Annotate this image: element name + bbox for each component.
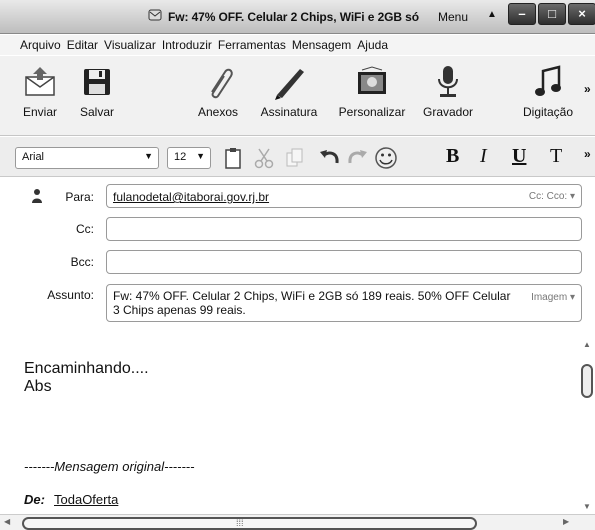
menu-ajuda[interactable]: Ajuda xyxy=(357,38,388,52)
chevron-down-icon: ▼ xyxy=(144,151,153,161)
bcc-label: Bcc: xyxy=(70,255,94,269)
scroll-right-arrow[interactable]: ▶ xyxy=(563,517,569,526)
microphone-icon xyxy=(418,62,478,102)
vertical-scroll-thumb[interactable] xyxy=(581,364,593,398)
music-note-icon xyxy=(518,62,578,102)
scroll-left-arrow[interactable]: ◀ xyxy=(4,517,10,526)
horizontal-scroll-thumb[interactable]: ⁞⁞⁞ xyxy=(22,517,477,530)
cc-field[interactable] xyxy=(106,217,582,241)
format-overflow-button[interactable]: » xyxy=(584,147,591,161)
copy-icon[interactable] xyxy=(284,145,306,171)
send-button[interactable]: Enviar xyxy=(18,62,62,119)
body-line-forwarding: Encaminhando.... xyxy=(24,360,149,377)
attachments-button[interactable]: Anexos xyxy=(194,62,242,119)
mail-icon xyxy=(148,9,162,24)
cc-bcc-toggle[interactable]: Cc: Cco: ▾ xyxy=(529,191,575,202)
bold-button[interactable]: B xyxy=(446,145,459,168)
font-size-value: 12 xyxy=(174,151,187,163)
scroll-grip-icon: ⁞⁞⁞ xyxy=(236,518,244,528)
horizontal-scrollbar[interactable]: ◀ ⁞⁞⁞ ▶ xyxy=(0,514,595,530)
customize-label: Personalizar xyxy=(338,105,406,119)
scroll-down-arrow[interactable]: ▼ xyxy=(583,502,591,511)
title-bar: Fw: 47% OFF. Celular 2 Chips, WiFi e 2GB… xyxy=(0,0,595,34)
signature-label: Assinatura xyxy=(260,105,318,119)
subject-field[interactable]: Fw: 47% OFF. Celular 2 Chips, WiFi e 2GB… xyxy=(106,284,582,322)
cc-label: Cc: xyxy=(76,222,94,236)
attachments-label: Anexos xyxy=(197,105,239,119)
to-field[interactable]: fulanodetal@itaborai.gov.rj.br Cc: Cco: … xyxy=(106,184,582,208)
contacts-icon[interactable] xyxy=(30,188,44,207)
chevron-down-icon: ▼ xyxy=(196,151,205,161)
menu-bar: Arquivo Editar Visualizar Introduzir Fer… xyxy=(0,35,595,55)
window-title-text: Fw: 47% OFF. Celular 2 Chips, WiFi e 2GB… xyxy=(168,9,419,24)
underline-button[interactable]: U xyxy=(512,145,526,168)
photo-icon xyxy=(332,62,412,102)
vertical-scrollbar[interactable]: ▲ ▼ xyxy=(578,340,595,514)
send-label: Enviar xyxy=(22,105,57,119)
dictation-label: Digitação xyxy=(522,105,574,119)
dictation-button[interactable]: Digitação xyxy=(518,62,578,119)
recorder-label: Gravador xyxy=(422,105,474,119)
from-link[interactable]: TodaOferta xyxy=(54,492,118,507)
menu-visualizar[interactable]: Visualizar xyxy=(104,38,156,52)
scroll-up-arrow[interactable]: ▲ xyxy=(583,340,591,349)
bcc-field[interactable] xyxy=(106,250,582,274)
menu-introduzir[interactable]: Introduzir xyxy=(162,38,212,52)
floppy-icon xyxy=(74,62,120,102)
window-shade-button[interactable]: ▲ xyxy=(487,9,497,20)
undo-icon[interactable] xyxy=(317,145,341,171)
menu-editar[interactable]: Editar xyxy=(67,38,98,52)
window-menu-button[interactable]: Menu xyxy=(438,10,468,24)
font-size-select[interactable]: 12 ▼ xyxy=(167,147,211,169)
maximize-button[interactable]: □ xyxy=(538,3,566,25)
close-button[interactable]: × xyxy=(568,3,595,25)
toolbar-overflow-button[interactable]: » xyxy=(584,82,591,96)
signature-button[interactable]: Assinatura xyxy=(256,62,322,119)
menu-ferramentas[interactable]: Ferramentas xyxy=(218,38,286,52)
paperclip-icon xyxy=(194,62,242,102)
text-style-button[interactable]: T xyxy=(550,145,562,168)
pen-icon xyxy=(256,62,322,102)
window-title: Fw: 47% OFF. Celular 2 Chips, WiFi e 2GB… xyxy=(148,9,419,24)
redo-icon[interactable] xyxy=(346,145,370,171)
to-recipient[interactable]: fulanodetal@itaborai.gov.rj.br xyxy=(113,190,269,204)
to-label: Para: xyxy=(65,190,94,204)
subject-value: Fw: 47% OFF. Celular 2 Chips, WiFi e 2GB… xyxy=(113,289,511,317)
cut-icon[interactable] xyxy=(252,145,276,171)
message-body[interactable]: Encaminhando.... Abs -------Mensagem ori… xyxy=(12,348,577,514)
menu-arquivo[interactable]: Arquivo xyxy=(20,38,61,52)
emoji-icon[interactable] xyxy=(373,145,399,171)
recorder-button[interactable]: Gravador xyxy=(418,62,478,119)
minimize-button[interactable]: – xyxy=(508,3,536,25)
clipboard-icon[interactable] xyxy=(222,145,244,171)
save-button[interactable]: Salvar xyxy=(74,62,120,119)
italic-button[interactable]: I xyxy=(480,145,487,168)
main-toolbar: Enviar Salvar Anexos Assinatura Personal… xyxy=(0,56,595,136)
from-label: De: xyxy=(24,492,45,507)
format-toolbar: Arial ▼ 12 ▼ B I U T » xyxy=(0,137,595,177)
original-message-separator: -------Mensagem original------- xyxy=(24,459,195,474)
body-line-abs: Abs xyxy=(24,378,52,395)
image-toggle[interactable]: Imagem ▾ xyxy=(531,292,575,303)
save-label: Salvar xyxy=(79,105,114,119)
font-family-select[interactable]: Arial ▼ xyxy=(15,147,159,169)
customize-button[interactable]: Personalizar xyxy=(332,62,412,119)
send-icon xyxy=(18,62,62,102)
menu-mensagem[interactable]: Mensagem xyxy=(292,38,351,52)
font-family-value: Arial xyxy=(22,151,45,163)
subject-label: Assunto: xyxy=(47,288,94,302)
